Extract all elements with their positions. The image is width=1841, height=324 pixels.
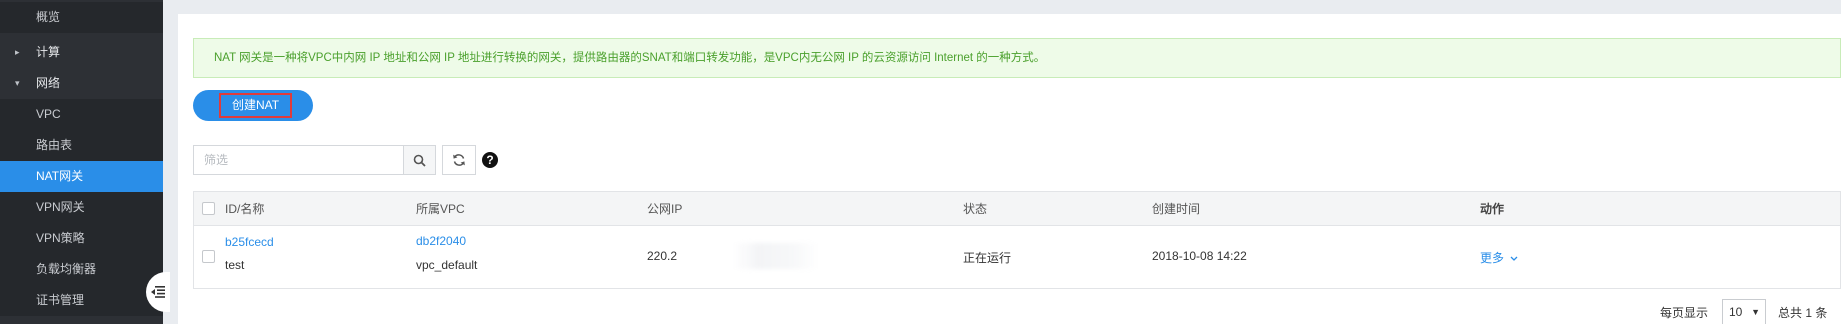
- sidebar-item-label: 网络: [36, 76, 61, 90]
- column-header-id-name: ID/名称: [225, 202, 265, 216]
- sidebar-item-label: VPC: [36, 107, 61, 121]
- sidebar-item-load-balancer[interactable]: 负载均衡器: [0, 254, 163, 285]
- per-page-label: 每页显示: [1660, 306, 1709, 320]
- more-actions-label: 更多: [1480, 251, 1505, 265]
- row-checkbox[interactable]: [202, 250, 215, 263]
- column-header-status: 状态: [963, 202, 988, 216]
- search-button[interactable]: [403, 145, 436, 175]
- refresh-icon: [453, 154, 465, 166]
- table-row: b25fcecd test db2f2040 vpc_default 220.2…: [194, 226, 1840, 288]
- caret-down-icon: ▼: [1751, 307, 1760, 317]
- create-nat-button-label: 创建NAT: [219, 93, 292, 118]
- column-header-public-ip: 公网IP: [647, 202, 683, 216]
- sidebar-group-compute[interactable]: ▸ 计算: [0, 37, 163, 68]
- nat-name: test: [225, 258, 245, 272]
- main-panel: NAT 网关是一种将VPC中内网 IP 地址和公网 IP 地址进行转换的网关，提…: [178, 14, 1841, 324]
- nat-table: ID/名称 所属VPC 公网IP 状态 创建时间 动作 b25fcecd tes…: [193, 191, 1841, 289]
- column-header-vpc: 所属VPC: [416, 202, 465, 216]
- nat-id-link[interactable]: b25fcecd: [225, 235, 274, 249]
- public-ip: 220.2: [647, 249, 678, 263]
- sidebar-item-vpn-policy[interactable]: VPN策略: [0, 223, 163, 254]
- help-icon[interactable]: ?: [482, 152, 498, 168]
- vpc-name: vpc_default: [416, 258, 478, 272]
- created-time: 2018-10-08 14:22: [1152, 249, 1247, 263]
- sidebar-item-label: NAT网关: [36, 169, 84, 183]
- column-header-created: 创建时间: [1152, 202, 1201, 216]
- sidebar-item-label: 证书管理: [36, 293, 85, 307]
- create-nat-button[interactable]: 创建NAT: [193, 90, 313, 121]
- select-all-checkbox[interactable]: [202, 202, 215, 215]
- column-header-actions: 动作: [1480, 202, 1505, 216]
- sidebar-item-label: VPN网关: [36, 200, 85, 214]
- sidebar-item-label: 概览: [36, 10, 61, 24]
- sidebar-item-label: VPN策略: [36, 231, 85, 245]
- sidebar-item-overview[interactable]: 概览: [0, 2, 163, 33]
- redacted-ip-overlay: [733, 243, 819, 269]
- total-count: 总共 1 条: [1778, 306, 1828, 320]
- sidebar-item-vpc[interactable]: VPC: [0, 99, 163, 130]
- sidebar-item-route-table[interactable]: 路由表: [0, 130, 163, 161]
- more-actions-dropdown[interactable]: 更多: [1480, 249, 1518, 266]
- per-page-select[interactable]: 10 ▼: [1722, 299, 1766, 324]
- sidebar-item-vpn-gateway[interactable]: VPN网关: [0, 192, 163, 223]
- refresh-button[interactable]: [442, 145, 476, 175]
- sidebar-group-network[interactable]: ▾ 网络: [0, 68, 163, 99]
- table-header: ID/名称 所属VPC 公网IP 状态 创建时间 动作: [194, 192, 1840, 226]
- chevron-down-icon: [1510, 256, 1518, 261]
- sidebar-item-certificates[interactable]: 证书管理: [0, 285, 163, 316]
- per-page-value: 10: [1729, 305, 1743, 319]
- caret-right-icon: ▸: [15, 47, 20, 57]
- menu-collapse-icon: [151, 286, 165, 298]
- caret-down-icon: ▾: [15, 78, 20, 88]
- vpc-id-link[interactable]: db2f2040: [416, 234, 466, 248]
- filter-input[interactable]: [193, 145, 403, 175]
- search-icon: [413, 154, 426, 167]
- status-text: 正在运行: [963, 251, 1012, 265]
- info-notice: NAT 网关是一种将VPC中内网 IP 地址和公网 IP 地址进行转换的网关，提…: [193, 38, 1841, 78]
- sidebar-item-label: 计算: [36, 45, 61, 59]
- sidebar-item-label: 负载均衡器: [36, 262, 97, 276]
- sidebar-item-label: 路由表: [36, 138, 73, 152]
- sidebar-item-nat-gateway[interactable]: NAT网关: [0, 161, 163, 192]
- sidebar: 概览 ▸ 计算 ▾ 网络 VPC 路由表 NAT网关 VPN网关 VPN策略 负…: [0, 0, 163, 324]
